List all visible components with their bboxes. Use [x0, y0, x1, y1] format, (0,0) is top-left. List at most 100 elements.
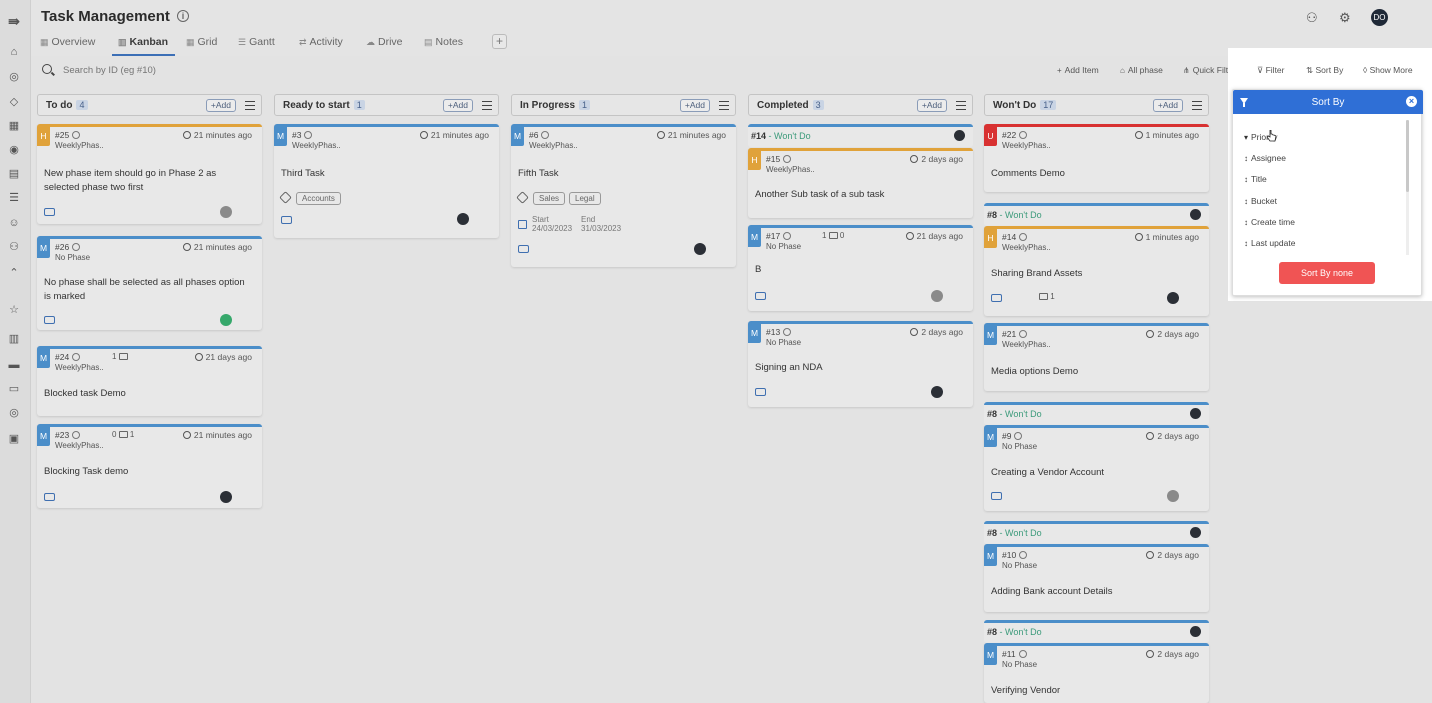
sort-option-last-update[interactable]: ↕ Last update	[1244, 238, 1295, 248]
tab-notes[interactable]: ▤ Notes	[424, 36, 463, 48]
avatar[interactable]: DO	[1371, 9, 1388, 26]
expand-menu-icon[interactable]: ⇛	[7, 14, 21, 28]
add-item-button[interactable]: + Add Item	[1057, 65, 1099, 75]
task-card[interactable]: M #26 No Phase 21 minutes ago No phase s…	[37, 236, 262, 330]
all-phase-button[interactable]: ⌂ All phase	[1120, 65, 1163, 75]
folder-icon[interactable]: ▬	[7, 358, 21, 372]
tab-kanban[interactable]: ▥ Kanban	[118, 36, 168, 48]
close-icon[interactable]: ×	[1406, 96, 1417, 107]
info-icon[interactable]	[541, 131, 550, 139]
task-card[interactable]: M #13 No Phase 2 days ago Signing an NDA	[748, 321, 973, 407]
tag[interactable]: Accounts	[296, 192, 341, 205]
add-card-button[interactable]: +Add	[916, 99, 947, 112]
info-icon[interactable]	[1019, 551, 1028, 559]
team-icon[interactable]: ⚇	[1306, 10, 1318, 26]
comment-icon[interactable]	[991, 492, 1002, 500]
assignee-avatar[interactable]	[220, 206, 232, 218]
comment-icon[interactable]	[991, 294, 1002, 302]
assignee-avatar[interactable]	[220, 491, 232, 503]
task-card[interactable]: M #3 WeeklyPhas.. 21 minutes ago Third T…	[274, 124, 499, 238]
column-menu-icon[interactable]	[245, 101, 255, 110]
users-icon[interactable]: ⚇	[7, 240, 21, 254]
task-card[interactable]: M #6 WeeklyPhas.. 21 minutes ago Fifth T…	[511, 124, 736, 267]
list-icon[interactable]: ☰	[7, 191, 21, 205]
sort-by-button[interactable]: ⇅ Sort By	[1306, 65, 1343, 76]
tab-grid[interactable]: ▦ Grid	[186, 36, 217, 48]
show-more-button[interactable]: ◊ Show More	[1363, 65, 1413, 75]
task-card[interactable]: M #10 No Phase 2 days ago Adding Bank ac…	[984, 544, 1209, 612]
comment-icon[interactable]	[518, 245, 529, 253]
task-card[interactable]: M #21 WeeklyPhas.. 2 days ago Media opti…	[984, 323, 1209, 391]
add-card-button[interactable]: +Add	[679, 99, 710, 112]
info-icon[interactable]	[1019, 131, 1028, 139]
parent-task-row[interactable]: #8 - Won't Do	[984, 620, 1209, 643]
search-input[interactable]	[63, 62, 363, 79]
parent-task-row[interactable]: #8 - Won't Do	[984, 203, 1209, 226]
task-card[interactable]: H #15 WeeklyPhas.. 2 days ago Another Su…	[748, 148, 973, 218]
assignee-avatar[interactable]	[931, 386, 943, 398]
info-icon[interactable]	[783, 155, 792, 163]
info-icon[interactable]	[1019, 233, 1028, 241]
sort-option-create-time[interactable]: ↕ Create time	[1244, 217, 1295, 227]
task-card[interactable]: M #24 1 WeeklyPhas.. 21 days ago Blocked…	[37, 346, 262, 416]
add-card-button[interactable]: +Add	[442, 99, 473, 112]
task-card[interactable]: U #22 WeeklyPhas.. 1 minutes ago Comment…	[984, 124, 1209, 192]
task-card[interactable]: H #14 WeeklyPhas.. 1 minutes ago Sharing…	[984, 226, 1209, 316]
assignee-avatar[interactable]	[954, 130, 965, 141]
tab-drive[interactable]: ☁ Drive	[366, 36, 403, 48]
assignee-avatar[interactable]	[1190, 626, 1201, 637]
task-card[interactable]: M #17 1 0 No Phase 21 days ago B	[748, 225, 973, 311]
info-icon[interactable]: i	[177, 10, 189, 22]
chevron-up-icon[interactable]: ⌃	[7, 266, 21, 280]
add-card-button[interactable]: +Add	[1152, 99, 1183, 112]
comment-icon[interactable]	[755, 388, 766, 396]
assignee-avatar[interactable]	[220, 314, 232, 326]
parent-task-row[interactable]: #8 - Won't Do	[984, 521, 1209, 544]
assignee-avatar[interactable]	[457, 213, 469, 225]
comment-icon[interactable]	[44, 208, 55, 216]
star-icon[interactable]: ☆	[7, 303, 21, 317]
archive-icon[interactable]: ▣	[7, 432, 21, 446]
task-card[interactable]: M #23 0 1 WeeklyPhas.. 21 minutes ago Bl…	[37, 424, 262, 508]
sort-by-none-button[interactable]: Sort By none	[1279, 262, 1375, 284]
tab-overview[interactable]: ▦ Overview	[40, 36, 95, 48]
filter-button[interactable]: ⊽ Filter	[1257, 65, 1284, 76]
comment-icon[interactable]	[44, 316, 55, 324]
globe-icon[interactable]: ◎	[7, 70, 21, 84]
info-icon[interactable]	[72, 431, 81, 439]
assignee-avatar[interactable]	[694, 243, 706, 255]
info-icon[interactable]	[304, 131, 313, 139]
sort-option-assignee[interactable]: ↕ Assignee	[1244, 153, 1286, 163]
assignee-avatar[interactable]	[1190, 408, 1201, 419]
tag[interactable]: Legal	[569, 192, 601, 205]
settings-circle-icon[interactable]: ◎	[7, 406, 21, 420]
target-icon[interactable]: ◉	[7, 143, 21, 157]
tab-activity[interactable]: ⇄ Activity	[299, 36, 343, 48]
sort-option-bucket[interactable]: ↕ Bucket	[1244, 196, 1277, 206]
info-icon[interactable]	[1018, 650, 1027, 658]
comment-icon[interactable]	[44, 493, 55, 501]
sort-option-title[interactable]: ↕ Title	[1244, 174, 1267, 184]
comment-icon[interactable]	[755, 292, 766, 300]
info-icon[interactable]	[72, 353, 81, 361]
user-icon[interactable]: ☺	[7, 216, 21, 230]
column-menu-icon[interactable]	[956, 101, 966, 110]
comment-icon[interactable]	[281, 216, 292, 224]
document-icon[interactable]: ▤	[7, 167, 21, 181]
assignee-avatar[interactable]	[1190, 527, 1201, 538]
book-icon[interactable]: ▥	[7, 332, 21, 346]
tab-gantt[interactable]: ☰ Gantt	[238, 36, 275, 48]
column-menu-icon[interactable]	[482, 101, 492, 110]
gear-icon[interactable]: ⚙	[1339, 10, 1351, 26]
task-card[interactable]: M #9 No Phase 2 days ago Creating a Vend…	[984, 425, 1209, 511]
add-card-button[interactable]: +Add	[205, 99, 236, 112]
home-icon[interactable]: ⌂	[7, 45, 21, 59]
dashboard-icon[interactable]: ▦	[7, 119, 21, 133]
parent-task-row[interactable]: #14 - Won't Do	[748, 124, 973, 147]
info-icon[interactable]	[1014, 432, 1023, 440]
scrollbar-thumb[interactable]	[1406, 120, 1409, 192]
info-icon[interactable]	[783, 328, 792, 336]
info-icon[interactable]	[72, 243, 81, 251]
info-icon[interactable]	[783, 232, 792, 240]
rocket-icon[interactable]: ◇	[7, 95, 21, 109]
